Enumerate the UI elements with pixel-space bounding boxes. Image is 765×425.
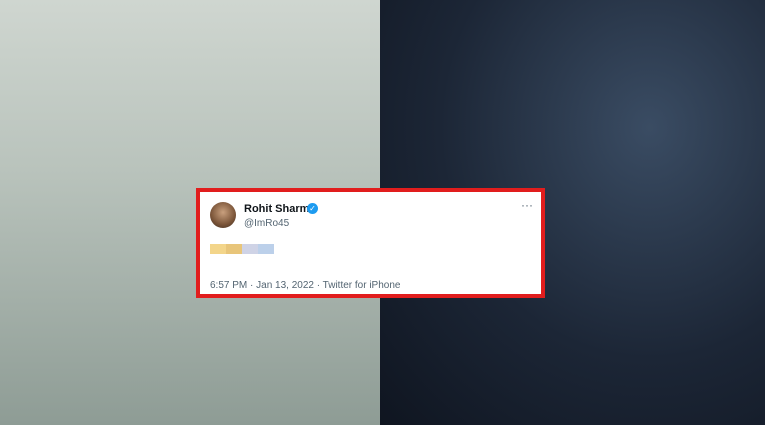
pixel-block — [226, 244, 242, 254]
tweet-card: Rohit Sharma ✓ @ImRo45 ··· 6:57 PM · Jan… — [196, 188, 545, 298]
avatar[interactable] — [210, 202, 236, 228]
tweet-author-handle[interactable]: @ImRo45 — [244, 218, 289, 229]
tweet-author-name[interactable]: Rohit Sharma — [244, 203, 316, 215]
verified-badge-icon: ✓ — [307, 203, 318, 214]
more-horizontal-icon[interactable]: ··· — [521, 199, 533, 211]
pixel-block — [242, 244, 258, 254]
pixel-block — [258, 244, 274, 254]
pixel-block — [210, 244, 226, 254]
screenshot-stage: Rohit Sharma ✓ @ImRo45 ··· 6:57 PM · Jan… — [0, 0, 765, 425]
tweet-timestamp[interactable]: 6:57 PM · Jan 13, 2022 · Twitter for iPh… — [210, 280, 400, 291]
tweet-text-pixelated — [210, 244, 274, 264]
